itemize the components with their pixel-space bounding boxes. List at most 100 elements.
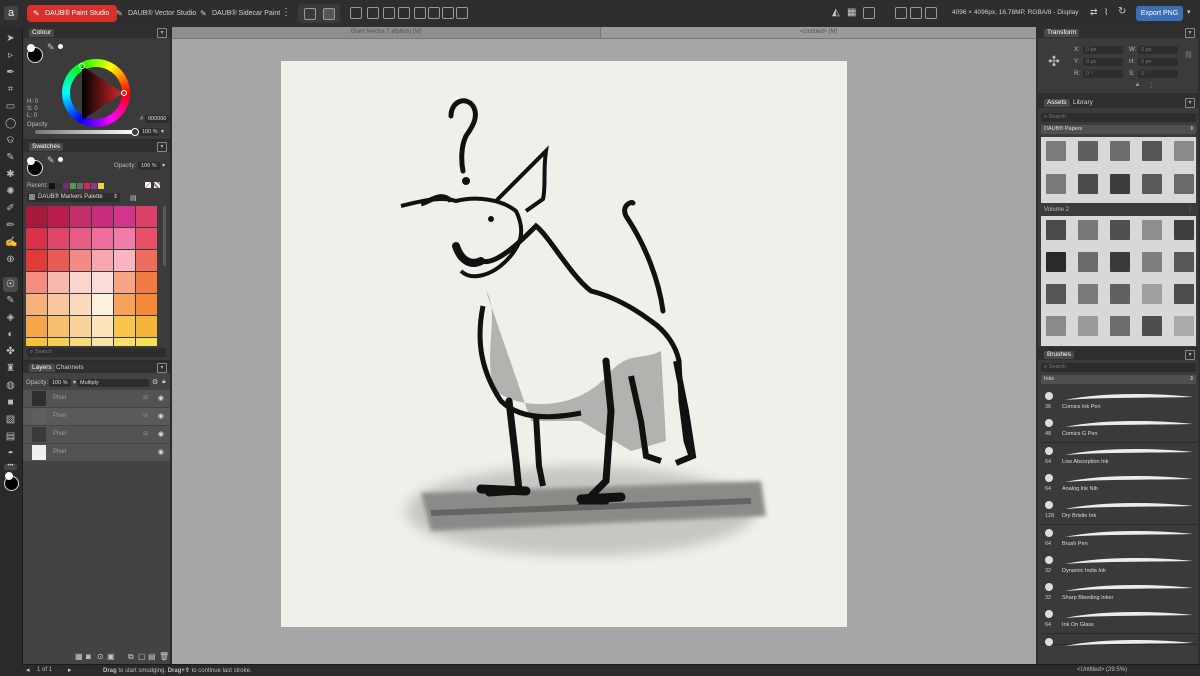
rect-marquee-icon[interactable]: ▭ <box>5 101 16 112</box>
palette-swatch[interactable] <box>26 206 47 227</box>
paper-texture-thumb[interactable] <box>1046 174 1066 194</box>
transform-s-input[interactable]: 0 ° <box>1138 70 1178 78</box>
hex-input[interactable]: 000000 <box>145 115 169 123</box>
paper-texture-thumb[interactable] <box>1174 220 1194 240</box>
ellipse-marquee-icon[interactable]: ◯ <box>5 118 16 129</box>
palette-icon[interactable]: ◓ <box>5 448 16 459</box>
brushes-tab[interactable]: Brushes <box>1044 351 1074 359</box>
paper-texture-thumb[interactable] <box>1174 284 1194 304</box>
recent-colour-swatch[interactable] <box>56 183 62 189</box>
recent-colour-swatch[interactable] <box>91 183 97 189</box>
palette-scrollbar[interactable] <box>163 206 166 266</box>
transform-x-input[interactable]: 0 px <box>1083 46 1123 54</box>
secondary-color-icon[interactable] <box>5 472 13 480</box>
selection-icon[interactable] <box>350 7 362 19</box>
transform-tab[interactable]: Transform <box>1044 29 1080 37</box>
gear-brush-icon[interactable]: ✺ <box>5 186 16 197</box>
chevron-down-icon[interactable]: ▾ <box>1185 28 1195 38</box>
palette-swatch[interactable] <box>70 272 91 293</box>
add-mask-icon[interactable]: ▦ <box>75 652 83 661</box>
transform-r-input[interactable]: 0 ° <box>1083 70 1123 78</box>
lasso-icon[interactable]: ଡ <box>5 135 16 146</box>
visibility-icon[interactable]: ◉ <box>158 448 164 456</box>
brush-row[interactable]: 32 Dynamic India Ink <box>1041 551 1197 580</box>
palette-swatch[interactable] <box>70 316 91 337</box>
opacity-slider-handle[interactable] <box>131 128 139 136</box>
gear-icon[interactable]: ⚙ <box>152 378 158 386</box>
select-all-icon[interactable] <box>367 7 379 19</box>
link-icon[interactable]: ⛓ <box>1184 51 1193 59</box>
clone-icon[interactable]: ⊕ <box>5 254 16 265</box>
swatch-search-input[interactable]: ⌕ Search <box>27 348 166 357</box>
opacity-input[interactable]: 100 % <box>139 128 159 136</box>
palette-swatch[interactable] <box>48 316 69 337</box>
chevron-down-icon[interactable]: ▾ <box>162 162 165 169</box>
paper-texture-thumb[interactable] <box>1046 284 1066 304</box>
text-icon[interactable]: ▧ <box>5 414 16 425</box>
swap-colour-icon[interactable] <box>58 44 63 49</box>
paper-texture-thumb[interactable] <box>1110 284 1130 304</box>
recent-colour-swatch[interactable] <box>77 183 83 189</box>
layer-row[interactable]: Pixel ◉ <box>23 444 170 462</box>
secondary-swatch-icon[interactable] <box>27 44 35 52</box>
brush-row[interactable]: 64 Ink On Glass <box>1041 606 1197 635</box>
align-icon[interactable]: ▦ <box>847 7 856 18</box>
dodge-icon[interactable]: ✤ <box>5 346 16 357</box>
document-canvas[interactable] <box>281 61 847 627</box>
chevron-down-icon[interactable]: ▾ <box>157 28 167 38</box>
lock-icon[interactable]: 🔒︎ <box>162 378 166 386</box>
warning-icon[interactable]: ◭ <box>832 7 840 18</box>
paper-texture-thumb[interactable] <box>1142 252 1162 272</box>
paper-texture-thumb[interactable] <box>1110 316 1130 336</box>
erase-brush-icon[interactable]: ✎ <box>5 295 16 306</box>
pen-tool-icon[interactable]: ✒ <box>5 67 16 78</box>
prev-page-icon[interactable]: ◂ <box>26 666 30 674</box>
more-menu-icon[interactable]: ⋮ <box>281 8 291 18</box>
tab-library[interactable]: Library <box>1070 99 1096 107</box>
palette-swatch[interactable] <box>26 272 47 293</box>
layer-opacity-input[interactable]: 100 % <box>49 379 71 387</box>
anchor-icon[interactable]: ✣ <box>1046 53 1062 69</box>
paper-texture-thumb[interactable] <box>1046 252 1066 272</box>
palette-swatch[interactable] <box>92 272 113 293</box>
crop-tool-icon[interactable]: ⌗ <box>5 84 16 95</box>
palette-swatch[interactable] <box>136 294 157 315</box>
palette-swatch[interactable] <box>92 316 113 337</box>
flood-select-icon[interactable]: ✱ <box>5 169 16 180</box>
snap-icon[interactable] <box>414 7 426 19</box>
layers-icon[interactable]: ▤ <box>5 431 16 442</box>
palette-swatch[interactable] <box>114 316 135 337</box>
arrange-icon[interactable]: ⇄ <box>1090 7 1098 18</box>
brush-row[interactable]: 128 Dry Bristle Ink <box>1041 497 1197 526</box>
eyedropper-icon[interactable]: ✎ <box>47 42 55 53</box>
stamp-icon[interactable]: ♜ <box>5 363 16 374</box>
paper-texture-thumb[interactable] <box>1078 220 1098 240</box>
overlay-icon[interactable] <box>925 7 937 19</box>
paper-texture-thumb[interactable] <box>1142 316 1162 336</box>
paper-texture-thumb[interactable] <box>1046 141 1066 161</box>
transform-h-input[interactable]: 0 px <box>1138 58 1178 66</box>
paper-texture-thumb[interactable] <box>1142 284 1162 304</box>
trash-icon[interactable]: 🗑︎ <box>159 652 169 661</box>
palette-swatch[interactable] <box>26 250 47 271</box>
opacity-slider[interactable] <box>35 130 133 134</box>
palette-swatch[interactable] <box>48 272 69 293</box>
chevron-down-icon[interactable]: ▾ <box>161 128 164 135</box>
palette-swatch[interactable] <box>70 294 91 315</box>
palette-menu-icon[interactable]: ▤ <box>130 194 137 202</box>
layer-row[interactable]: Pixel ⊞ ◉ <box>23 390 170 408</box>
rectangle-icon[interactable]: ■ <box>5 397 16 408</box>
palette-swatch[interactable] <box>48 250 69 271</box>
brush-row[interactable]: 64 Low Absorption Ink <box>1041 442 1197 471</box>
options-icon[interactable]: ⋮ <box>1148 82 1154 89</box>
paper-texture-thumb[interactable] <box>1046 220 1066 240</box>
palette-swatch[interactable] <box>48 294 69 315</box>
tab-paint-studio[interactable]: ✎ DAUB® Paint Studio <box>27 5 118 22</box>
mask-icon[interactable] <box>863 7 875 19</box>
palette-swatch[interactable] <box>70 250 91 271</box>
assets-category-select[interactable]: DAUB® Papers ⇕ <box>1041 125 1196 134</box>
swatches-tab[interactable]: Swatches <box>29 143 64 151</box>
paper-texture-thumb[interactable] <box>1174 316 1194 336</box>
palette-swatch[interactable] <box>92 206 113 227</box>
palette-swatch[interactable] <box>26 294 47 315</box>
